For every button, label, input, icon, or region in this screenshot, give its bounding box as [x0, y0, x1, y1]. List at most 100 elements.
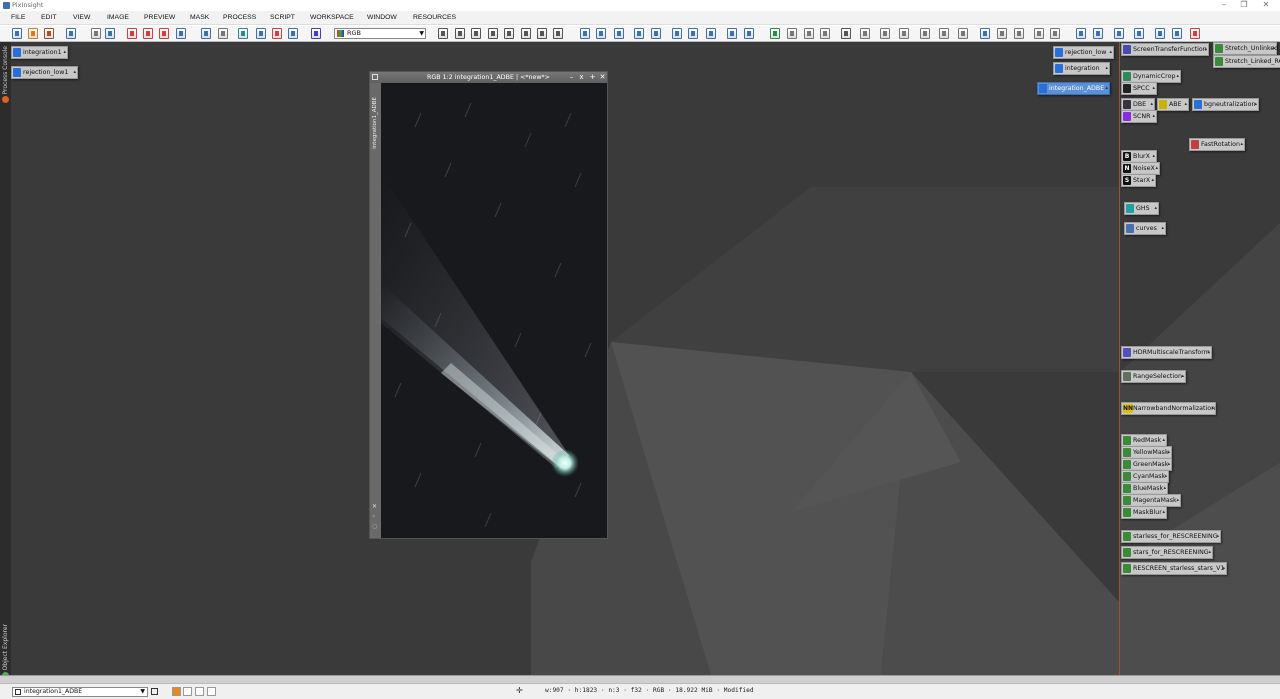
toolbar-button-32[interactable] [688, 28, 698, 39]
mask-icon[interactable]: ◌ [372, 523, 377, 530]
shade-icon[interactable]: – [567, 72, 576, 83]
toolbar-button-10[interactable] [176, 28, 186, 39]
menu-image[interactable]: IMAGE [107, 14, 129, 21]
toolbar-button-37[interactable] [787, 28, 797, 39]
iconize-icon[interactable]: x [577, 72, 586, 83]
toolbar-button-44[interactable] [920, 28, 930, 39]
toolbar-button-18[interactable] [438, 28, 448, 39]
maximize-icon[interactable]: ❐ [1234, 0, 1254, 9]
menu-script[interactable]: SCRIPT [270, 14, 295, 21]
toolbar-button-5[interactable] [91, 28, 101, 39]
icon-rangeselection[interactable]: RangeSelection ▴ [1121, 370, 1186, 383]
view-identifier-tab[interactable]: integration1_ADBE [372, 97, 378, 149]
icon-stretch-unlinked[interactable]: Stretch_Unlinked ▴ [1213, 42, 1278, 55]
menu-window[interactable]: WINDOW [367, 14, 397, 21]
icon-fastrotation[interactable]: FastRotation ▴ [1189, 138, 1245, 151]
icon-stretch-linked-rgb[interactable]: Stretch_Linked_RGB▴ [1213, 55, 1280, 68]
toolbar-button-55[interactable] [1134, 28, 1144, 39]
toolbar-button-9[interactable] [159, 28, 169, 39]
menu-preview[interactable]: PREVIEW [144, 14, 175, 21]
image-window[interactable]: RGB 1:2 integration1_ADBE | <*new*> – x … [369, 71, 608, 539]
toolbar-button-40[interactable] [841, 28, 851, 39]
menu-resources[interactable]: RESOURCES [413, 14, 456, 21]
toolbar-button-51[interactable] [1050, 28, 1060, 39]
icon-maskblur[interactable]: MaskBlur ▴ [1121, 506, 1167, 519]
image-window-title-bar[interactable]: RGB 1:2 integration1_ADBE | <*new*> – x … [370, 72, 607, 83]
process-console-tab[interactable]: Process Console [2, 46, 9, 95]
window-menu-icon[interactable] [372, 74, 378, 80]
toolbar-button-28[interactable] [614, 28, 624, 39]
icon-spcc[interactable]: SPCC ▴ [1121, 82, 1157, 95]
toolbar-button-35[interactable] [744, 28, 754, 39]
toolbar-button-6[interactable] [105, 28, 115, 39]
lock-icon[interactable]: ◦ [372, 513, 376, 520]
icon-hdrmultiscaletransform[interactable]: HDRMultiscaleTransform ▴ [1121, 346, 1212, 359]
menu-workspace[interactable]: WORKSPACE [310, 14, 354, 21]
toolbar-button-13[interactable] [238, 28, 248, 39]
icon-integration-adbe[interactable]: integration_ADBE ▴ [1037, 82, 1110, 95]
color-mode-select[interactable]: RGB ▼ [334, 28, 426, 39]
workspace-scrollbar[interactable] [0, 675, 1280, 683]
toolbar-button-41[interactable] [860, 28, 870, 39]
icon-integration[interactable]: integration ▴ [1053, 62, 1110, 75]
icon-curves[interactable]: curves ▴ [1124, 222, 1166, 235]
icon-rescreen-starless-stars-v1[interactable]: RESCREEN_starless_stars_V1 ▴ [1121, 562, 1227, 575]
minimize-icon[interactable]: – [1214, 0, 1234, 9]
toolbar-button-27[interactable] [596, 28, 606, 39]
toolbar-button-36[interactable] [770, 28, 780, 39]
toolbar-button-42[interactable] [880, 28, 890, 39]
menu-view[interactable]: VIEW [73, 14, 90, 21]
toolbar-button-11[interactable] [201, 28, 211, 39]
workspace-2-button[interactable] [183, 687, 192, 696]
toolbar-button-47[interactable] [980, 28, 990, 39]
toolbar-button-1[interactable] [12, 28, 22, 39]
toolbar-button-21[interactable] [488, 28, 498, 39]
workspace-3-button[interactable] [195, 687, 204, 696]
toolbar-button-26[interactable] [580, 28, 590, 39]
icon-abe[interactable]: ABE ▴ [1157, 98, 1189, 111]
toolbar-button-33[interactable] [706, 28, 716, 39]
view-selector[interactable]: integration1_ADBE ▼ [12, 687, 148, 697]
icon-rejection-low[interactable]: rejection_low ▴ [1053, 46, 1114, 59]
toolbar-button-52[interactable] [1076, 28, 1086, 39]
icon-starx[interactable]: S StarX ▴ [1121, 174, 1156, 187]
toolbar-button-12[interactable] [218, 28, 228, 39]
pin-icon[interactable]: ✕ [372, 503, 377, 510]
toolbar-button-23[interactable] [521, 28, 531, 39]
image-canvas[interactable] [381, 83, 607, 538]
workspace-4-button[interactable] [207, 687, 216, 696]
icon-integration1[interactable]: integration1 ▴ [11, 46, 68, 59]
object-explorer-tab[interactable]: Object Explorer [2, 624, 9, 670]
toolbar-button-15[interactable] [272, 28, 282, 39]
toolbar-button-49[interactable] [1014, 28, 1024, 39]
new-view-icon[interactable] [151, 688, 158, 695]
toolbar-button-30[interactable] [651, 28, 661, 39]
toolbar-button-54[interactable] [1114, 28, 1124, 39]
toolbar-button-14[interactable] [256, 28, 266, 39]
toolbar-button-48[interactable] [997, 28, 1007, 39]
menu-file[interactable]: FILE [11, 14, 25, 21]
toolbar-button-38[interactable] [804, 28, 814, 39]
icon-narrowbandnormalization[interactable]: NN NarrowbandNormalization ▴ [1121, 402, 1216, 415]
icon-starless-for-rescreening[interactable]: starless_for_RESCREENING ▴ [1121, 530, 1221, 543]
toolbar-button-34[interactable] [727, 28, 737, 39]
toolbar-button-53[interactable] [1093, 28, 1103, 39]
toolbar-button-17[interactable] [311, 28, 321, 39]
toolbar-button-20[interactable] [471, 28, 481, 39]
toolbar-button-19[interactable] [455, 28, 465, 39]
toolbar-button-31[interactable] [672, 28, 682, 39]
toolbar-button-25[interactable] [553, 28, 563, 39]
icon-scnr[interactable]: SCNR ▴ [1121, 110, 1157, 123]
toolbar-button-29[interactable] [634, 28, 644, 39]
toolbar-button-8[interactable] [143, 28, 153, 39]
toolbar-button-45[interactable] [939, 28, 949, 39]
toolbar-button-57[interactable] [1172, 28, 1182, 39]
menu-edit[interactable]: EDIT [41, 14, 56, 21]
icon-rejection-low1[interactable]: rejection_low1 ▴ [11, 66, 78, 79]
toolbar-button-39[interactable] [820, 28, 830, 39]
toolbar-button-50[interactable] [1034, 28, 1044, 39]
toolbar-button-58[interactable] [1190, 28, 1200, 39]
icon-bgneutralization[interactable]: bgneutralization ▴ [1192, 98, 1259, 111]
toolbar-button-7[interactable] [127, 28, 137, 39]
close-icon[interactable]: ✕ [1256, 0, 1276, 9]
